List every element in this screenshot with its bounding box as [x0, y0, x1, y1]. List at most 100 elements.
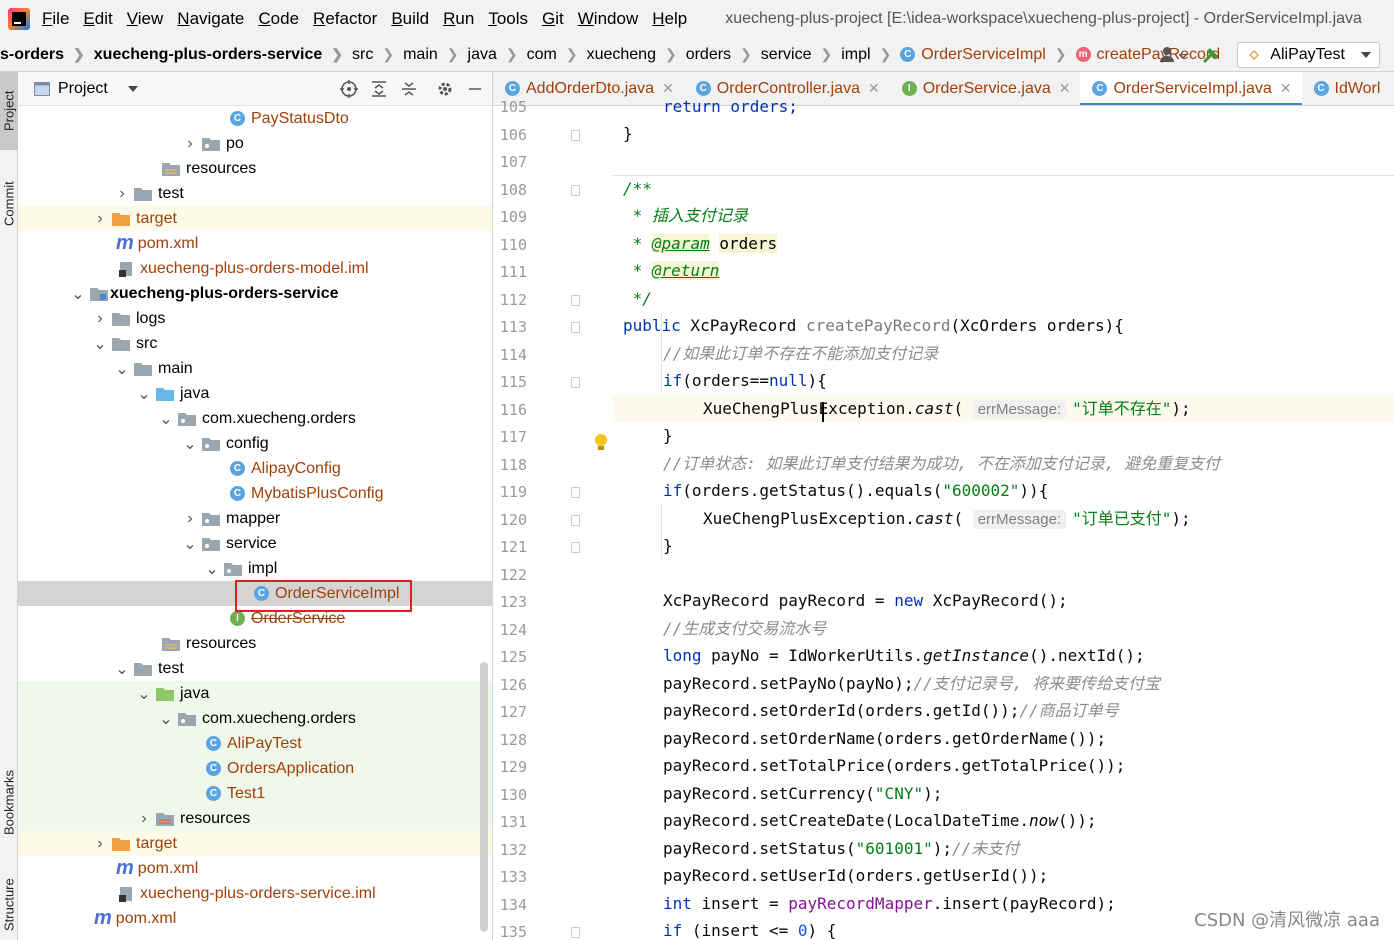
menu-refactor[interactable]: Refactor: [313, 9, 377, 29]
fold-marker-icon[interactable]: [571, 542, 580, 553]
menu-code[interactable]: Code: [258, 9, 299, 29]
menu-help[interactable]: Help: [652, 9, 687, 29]
collapse-all-icon[interactable]: [400, 80, 418, 98]
fold-marker-icon[interactable]: [571, 487, 580, 498]
menu-tools[interactable]: Tools: [488, 9, 528, 29]
menu-run[interactable]: Run: [443, 9, 474, 29]
tree-item-pom[interactable]: m pom.xml: [18, 231, 492, 256]
locate-target-icon[interactable]: [340, 80, 358, 98]
chevron-down-icon[interactable]: ⌄: [136, 684, 152, 704]
chevron-right-icon[interactable]: ›: [92, 835, 108, 853]
breadcrumb-xuecheng[interactable]: xuecheng ❯: [587, 46, 686, 64]
breadcrumb-class[interactable]: C OrderServiceImpl ❯: [900, 46, 1075, 64]
lightbulb-icon[interactable]: [594, 433, 608, 451]
tree-item-root-pom[interactable]: m pom.xml: [18, 906, 492, 931]
chevron-down-icon[interactable]: ⌄: [158, 709, 174, 729]
expand-all-icon[interactable]: [370, 80, 388, 98]
breadcrumb-orders[interactable]: orders ❯: [686, 46, 761, 64]
chevron-down-icon[interactable]: ⌄: [114, 659, 130, 679]
breadcrumb-orders-service[interactable]: xuecheng-plus-orders-service ❯: [94, 46, 352, 64]
menu-edit[interactable]: Edit: [83, 9, 112, 29]
tree-item-mapper[interactable]: › mapper: [18, 506, 492, 531]
tree-item-test-package[interactable]: ⌄ com.xuecheng.orders: [18, 706, 492, 731]
chevron-down-icon[interactable]: ⌄: [92, 334, 108, 354]
chevron-down-icon[interactable]: ⌄: [158, 409, 174, 429]
tree-item-main[interactable]: ⌄ main: [18, 356, 492, 381]
tool-window-structure[interactable]: Structure: [0, 870, 18, 940]
chevron-down-icon[interactable]: ⌄: [204, 559, 220, 579]
project-tree-scrollbar[interactable]: [480, 662, 488, 932]
breadcrumb-service[interactable]: service ❯: [761, 46, 841, 64]
tree-item-test-resources[interactable]: › resources: [18, 806, 492, 831]
tree-item-service[interactable]: ⌄ service: [18, 531, 492, 556]
project-panel-title[interactable]: Project: [58, 80, 108, 98]
chevron-right-icon[interactable]: ›: [92, 310, 108, 328]
breadcrumb-java[interactable]: java ❯: [468, 46, 527, 64]
gear-icon[interactable]: [436, 80, 454, 98]
fold-marker-icon[interactable]: [571, 130, 580, 141]
breadcrumb-module-orders[interactable]: s-orders ❯: [0, 46, 94, 64]
fold-marker-icon[interactable]: [571, 185, 580, 196]
chevron-down-icon[interactable]: [127, 85, 138, 93]
tree-item-test[interactable]: › test: [18, 181, 492, 206]
tree-item-test-dir[interactable]: ⌄ test: [18, 656, 492, 681]
tree-item-main-resources[interactable]: resources: [18, 631, 492, 656]
tree-item-service-pom[interactable]: m pom.xml: [18, 856, 492, 881]
chevron-right-icon[interactable]: ›: [182, 135, 198, 153]
breadcrumb-com[interactable]: com ❯: [527, 46, 587, 64]
tree-item-service-target[interactable]: › target: [18, 831, 492, 856]
fold-marker-icon[interactable]: [571, 377, 580, 388]
minimize-icon[interactable]: [466, 80, 484, 98]
fold-marker-icon[interactable]: [571, 515, 580, 526]
tree-item-paystatusdto[interactable]: C PayStatusDto: [18, 106, 492, 131]
tree-item-mybatisplusconfig[interactable]: C MybatisPlusConfig: [18, 481, 492, 506]
menu-git[interactable]: Git: [542, 9, 564, 29]
chevron-right-icon[interactable]: ›: [114, 185, 130, 203]
chevron-down-icon[interactable]: ⌄: [136, 384, 152, 404]
chevron-down-icon[interactable]: ⌄: [182, 434, 198, 454]
fold-marker-icon[interactable]: [571, 927, 580, 938]
tree-item-alipaytest[interactable]: C AliPayTest: [18, 731, 492, 756]
run-configuration-select[interactable]: AliPayTest: [1237, 42, 1380, 68]
line-number-gutter[interactable]: 105 106 107 108 109 110 111 112 113 114 …: [493, 98, 613, 940]
tree-item-orders-service-module[interactable]: ⌄ xuecheng-plus-orders-service: [18, 281, 492, 306]
tree-item-package-orders[interactable]: ⌄ com.xuecheng.orders: [18, 406, 492, 431]
tree-item-test-java[interactable]: ⌄ java: [18, 681, 492, 706]
tree-item-config[interactable]: ⌄ config: [18, 431, 492, 456]
tree-item-po[interactable]: › po: [18, 131, 492, 156]
tool-window-project[interactable]: Project: [0, 72, 18, 150]
fold-marker-icon[interactable]: [571, 322, 580, 333]
menu-file[interactable]: File: [42, 9, 69, 29]
build-hammer-icon[interactable]: [1201, 45, 1221, 65]
tree-item-target[interactable]: › target: [18, 206, 492, 231]
tree-item-impl[interactable]: ⌄ impl: [18, 556, 492, 581]
fold-marker-icon[interactable]: [571, 295, 580, 306]
menu-window[interactable]: Window: [578, 9, 638, 29]
tree-item-java-source-root[interactable]: ⌄ java: [18, 381, 492, 406]
tree-item-src[interactable]: ⌄ src: [18, 331, 492, 356]
tree-item-alipayconfig[interactable]: C AlipayConfig: [18, 456, 492, 481]
chevron-down-icon[interactable]: ⌄: [114, 359, 130, 379]
user-icon[interactable]: [1159, 46, 1188, 64]
tree-item-ordersapplication[interactable]: C OrdersApplication: [18, 756, 492, 781]
menu-view[interactable]: View: [127, 9, 164, 29]
code-area[interactable]: return orders; } /** * 插入支付记录 * @param o…: [613, 97, 1394, 940]
tree-item-test1[interactable]: C Test1: [18, 781, 492, 806]
tool-window-commit[interactable]: Commit: [0, 164, 18, 244]
chevron-right-icon[interactable]: ›: [136, 810, 152, 828]
line-number: 107: [499, 153, 527, 171]
tree-item-logs[interactable]: › logs: [18, 306, 492, 331]
chevron-right-icon[interactable]: ›: [92, 210, 108, 228]
menu-build[interactable]: Build: [391, 9, 429, 29]
chevron-down-icon[interactable]: ⌄: [70, 284, 86, 304]
menu-navigate[interactable]: Navigate: [177, 9, 244, 29]
breadcrumb-main[interactable]: main ❯: [403, 46, 467, 64]
breadcrumb-src[interactable]: src ❯: [352, 46, 403, 64]
breadcrumb-impl[interactable]: impl ❯: [841, 46, 900, 64]
tree-item-resources[interactable]: resources: [18, 156, 492, 181]
tree-item-service-iml[interactable]: xuecheng-plus-orders-service.iml: [18, 881, 492, 906]
tool-window-bookmarks[interactable]: Bookmarks: [0, 752, 18, 852]
chevron-down-icon[interactable]: ⌄: [182, 534, 198, 554]
chevron-right-icon[interactable]: ›: [182, 510, 198, 528]
tree-item-model-iml[interactable]: xuecheng-plus-orders-model.iml: [18, 256, 492, 281]
